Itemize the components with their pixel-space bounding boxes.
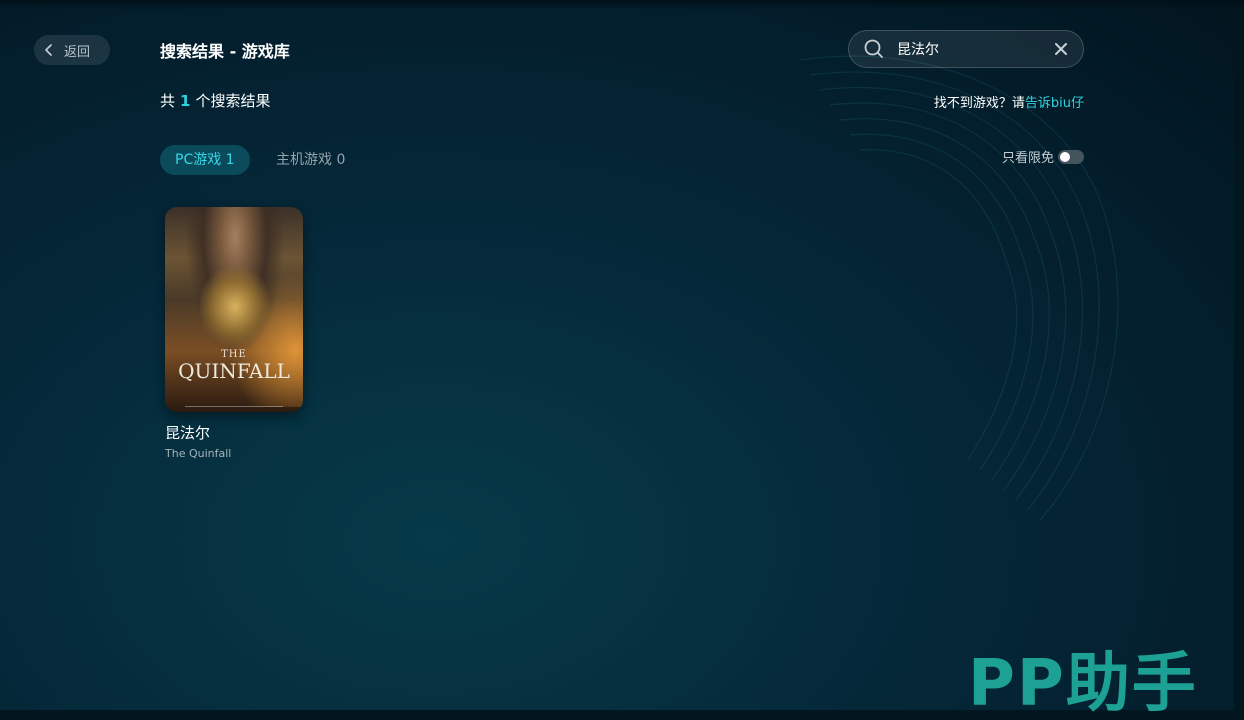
top-shadow [0, 0, 1244, 10]
back-button[interactable]: 返回 [34, 35, 110, 65]
game-cover-image[interactable]: THE QUINFALL [165, 207, 303, 412]
free-only-filter: 只看限免 [1002, 147, 1084, 166]
game-subtitle: The Quinfall [165, 447, 232, 460]
result-count-number: 1 [180, 92, 191, 110]
game-card[interactable]: THE QUINFALL 昆法尔 The Quinfall [165, 207, 303, 460]
page-title: 搜索结果 - 游戏库 [160, 42, 290, 61]
result-count-suffix: 个搜索结果 [195, 92, 271, 110]
watermark-logo: PP助手 [968, 647, 1198, 720]
search-box[interactable] [848, 30, 1084, 68]
game-title[interactable]: 昆法尔 [165, 422, 303, 443]
chevron-left-icon [45, 44, 52, 56]
feedback-prompt: 找不到游戏？请告诉biu仔 [934, 92, 1084, 111]
search-icon [864, 39, 883, 58]
search-input[interactable] [897, 41, 1037, 57]
clear-search-icon[interactable] [1055, 43, 1067, 55]
tab-console-games[interactable]: 主机游戏 0 [276, 145, 345, 175]
cover-divider [185, 406, 283, 407]
cover-logo-name: QUINFALL [178, 359, 290, 383]
feedback-link[interactable]: 告诉biu仔 [1025, 96, 1084, 111]
cover-armor [200, 267, 270, 347]
tab-pc-games[interactable]: PC游戏 1 [160, 145, 250, 175]
toggle-knob [1060, 151, 1070, 162]
back-button-label: 返回 [64, 44, 91, 60]
free-only-toggle[interactable] [1058, 149, 1084, 164]
free-only-label: 只看限免 [1001, 151, 1054, 166]
result-count-prefix: 共 [160, 92, 176, 110]
result-count: 共 1 个搜索结果 [160, 90, 270, 111]
feedback-text: 找不到游戏？请 [933, 96, 1025, 111]
